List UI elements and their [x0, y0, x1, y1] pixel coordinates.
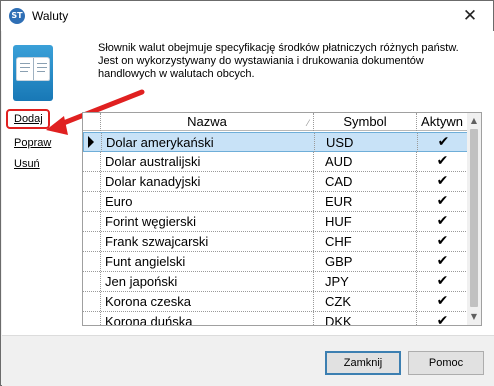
currency-symbol-cell: CHF	[314, 232, 417, 251]
close-dialog-button[interactable]: Zamknij	[325, 351, 401, 375]
row-indicator-cell	[83, 152, 101, 171]
column-header-symbol[interactable]: Symbol	[314, 113, 417, 131]
row-indicator-cell	[83, 292, 101, 311]
active-check-icon[interactable]: ✔	[417, 252, 468, 271]
currency-name-cell: Korona duńska	[101, 312, 314, 325]
currency-table: Nazwa ⁄ Symbol Aktywn Dolar amerykański U…	[82, 112, 482, 326]
active-check-icon[interactable]: ✔	[417, 232, 468, 251]
column-header-active[interactable]: Aktywn	[417, 113, 468, 131]
add-link[interactable]: Dodaj	[14, 113, 43, 125]
currency-name-cell: Frank szwajcarski	[101, 232, 314, 251]
active-check-icon[interactable]: ✔	[417, 192, 468, 211]
currency-symbol-cell: JPY	[314, 272, 417, 291]
currency-name-cell: Euro	[101, 192, 314, 211]
currency-name-cell: Dolar australijski	[101, 152, 314, 171]
active-check-icon[interactable]: ✔	[417, 212, 468, 231]
table-row[interactable]: Funt angielski GBP ✔	[83, 252, 468, 272]
currency-symbol-cell: CZK	[314, 292, 417, 311]
table-row[interactable]: Jen japoński JPY ✔	[83, 272, 468, 292]
column-header-name-label: Nazwa	[187, 114, 227, 129]
row-indicator-cell	[83, 252, 101, 271]
currency-symbol-cell: GBP	[314, 252, 417, 271]
currency-name-cell: Dolar amerykański	[102, 133, 315, 152]
sort-icon: ⁄	[307, 118, 309, 128]
active-check-icon[interactable]: ✔	[417, 292, 468, 311]
dialog-window: ST Waluty ✕ Słownik walut obejmuje specy…	[0, 0, 494, 386]
row-indicator-cell	[83, 172, 101, 191]
currency-symbol-cell: USD	[315, 133, 418, 152]
active-check-icon[interactable]: ✔	[418, 133, 469, 152]
dialog-content: Słownik walut obejmuje specyfikację środ…	[2, 31, 494, 335]
currency-name-cell: Jen japoński	[101, 272, 314, 291]
currency-name-cell: Funt angielski	[101, 252, 314, 271]
scroll-down-icon[interactable]: ▼	[467, 310, 481, 324]
open-book-shape	[16, 57, 50, 81]
scroll-up-icon[interactable]: ▲	[467, 114, 481, 128]
table-row[interactable]: Korona duńska DKK ✔	[83, 312, 468, 325]
currency-symbol-cell: CAD	[314, 172, 417, 191]
row-indicator-cell	[83, 272, 101, 291]
table-header: Nazwa ⁄ Symbol Aktywn	[83, 113, 468, 131]
app-logo-icon: ST	[9, 8, 25, 24]
dictionary-description: Słownik walut obejmuje specyfikację środ…	[98, 42, 459, 80]
scrollbar-thumb[interactable]	[470, 129, 478, 307]
current-row-icon	[88, 136, 94, 148]
currency-name-cell: Forint węgierski	[101, 212, 314, 231]
row-indicator-cell	[83, 212, 101, 231]
window-title: Waluty	[32, 9, 69, 23]
row-indicator-cell	[83, 232, 101, 251]
currency-symbol-cell: EUR	[314, 192, 417, 211]
table-row[interactable]: Dolar kanadyjski CAD ✔	[83, 172, 468, 192]
row-indicator-cell	[84, 133, 102, 152]
table-row[interactable]: Forint węgierski HUF ✔	[83, 212, 468, 232]
row-indicator-cell	[83, 192, 101, 211]
table-row[interactable]: Euro EUR ✔	[83, 192, 468, 212]
currency-symbol-cell: AUD	[314, 152, 417, 171]
close-button[interactable]: ✕	[447, 1, 493, 31]
help-button[interactable]: Pomoc	[408, 351, 484, 375]
table-row[interactable]: Dolar amerykański USD ✔	[83, 132, 468, 152]
header-indicator-cell	[83, 113, 101, 131]
table-row[interactable]: Dolar australijski AUD ✔	[83, 152, 468, 172]
active-check-icon[interactable]: ✔	[417, 172, 468, 191]
table-row[interactable]: Korona czeska CZK ✔	[83, 292, 468, 312]
delete-link[interactable]: Usuń	[14, 158, 40, 170]
active-check-icon[interactable]: ✔	[417, 152, 468, 171]
currency-symbol-cell: HUF	[314, 212, 417, 231]
currency-name-cell: Korona czeska	[101, 292, 314, 311]
currency-symbol-cell: DKK	[314, 312, 417, 325]
row-indicator-cell	[83, 312, 101, 325]
title-bar[interactable]: ST Waluty ✕	[1, 1, 493, 31]
active-check-icon[interactable]: ✔	[417, 312, 468, 325]
vertical-scrollbar[interactable]: ▲ ▼	[467, 113, 481, 325]
column-header-name[interactable]: Nazwa ⁄	[101, 113, 314, 131]
table-row[interactable]: Frank szwajcarski CHF ✔	[83, 232, 468, 252]
active-check-icon[interactable]: ✔	[417, 272, 468, 291]
dialog-footer: Zamknij Pomoc	[2, 335, 494, 386]
currency-name-cell: Dolar kanadyjski	[101, 172, 314, 191]
